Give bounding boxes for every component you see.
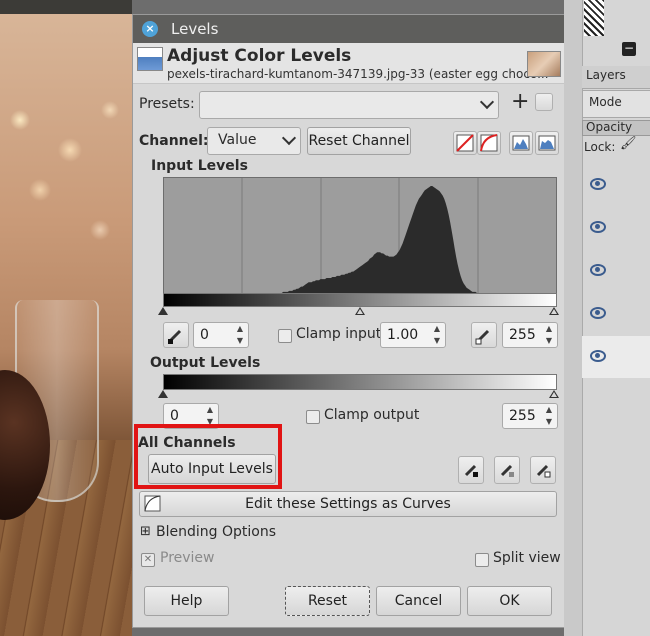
reset-button[interactable]: Reset — [285, 586, 370, 616]
eye-icon[interactable] — [590, 264, 606, 276]
lock-pixels-icon[interactable]: 🖌 — [620, 136, 637, 151]
layer-row-selected[interactable] — [582, 336, 650, 378]
log-histogram-icon[interactable] — [477, 131, 501, 155]
reset-channel-button[interactable]: Reset Channel — [307, 127, 411, 155]
output-levels-heading: Output Levels — [150, 355, 261, 371]
curves-label: Edit these Settings as Curves — [245, 496, 451, 512]
eye-icon[interactable] — [590, 307, 606, 319]
preview-checkbox[interactable]: ✕ — [141, 553, 155, 567]
canvas-top-strip — [0, 0, 132, 14]
clamp-output-checkbox[interactable] — [306, 410, 320, 424]
edit-as-curves-button[interactable]: Edit these Settings as Curves — [139, 491, 557, 517]
help-button[interactable]: Help — [144, 586, 229, 616]
eye-icon[interactable] — [590, 350, 606, 362]
blending-options-label[interactable]: Blending Options — [156, 524, 276, 540]
linear-histogram-icon[interactable] — [453, 131, 477, 155]
output-high-spinner[interactable]: 255 ▲ ▼ — [502, 403, 558, 429]
input-gamma-value: 1.00 — [387, 327, 419, 343]
eye-icon[interactable] — [590, 221, 606, 233]
chevron-down-icon — [479, 94, 495, 110]
dialog-titlebar: × Levels — [133, 15, 565, 43]
histogram-log-mode-icon[interactable] — [535, 131, 559, 155]
input-white-slider[interactable] — [549, 307, 559, 315]
layer-row[interactable] — [582, 250, 650, 292]
tab-layers[interactable]: Layers — [586, 68, 626, 82]
mode-combo[interactable]: Mode — [582, 90, 650, 118]
layer-row[interactable] — [582, 164, 650, 206]
expand-blending-icon[interactable]: ⊞ — [140, 524, 151, 539]
input-gamma-slider[interactable] — [355, 307, 365, 315]
panel-divider[interactable] — [564, 0, 583, 636]
input-histogram — [163, 177, 557, 294]
eye-icon[interactable] — [590, 178, 606, 190]
dialog-header: Adjust Color Levels pexels-tirachard-kum… — [133, 43, 565, 84]
input-high-value: 255 — [509, 327, 536, 343]
channel-label: Channel: — [139, 133, 209, 149]
ok-button[interactable]: OK — [467, 586, 552, 616]
pick-white-all-icon[interactable] — [530, 456, 556, 484]
clamp-input-label: Clamp input — [296, 326, 382, 342]
image-name: pexels-tirachard-kumtanom-347139.jpg-33 … — [167, 67, 549, 81]
input-high-spinner[interactable]: 255 ▲ ▼ — [502, 322, 558, 348]
image-thumbnail — [527, 51, 561, 77]
preset-menu-icon[interactable] — [535, 93, 553, 111]
pattern-preview — [584, 0, 604, 36]
pick-black-point-icon[interactable] — [163, 322, 189, 348]
layer-row[interactable] — [582, 293, 650, 335]
opacity-label: Opacity — [586, 120, 633, 134]
histogram-plot — [164, 178, 556, 293]
clamp-input-checkbox[interactable] — [278, 329, 292, 343]
curves-icon — [144, 495, 161, 512]
presets-label: Presets: — [139, 96, 195, 112]
input-low-value: 0 — [200, 327, 209, 343]
presets-combo[interactable] — [199, 91, 499, 119]
close-icon[interactable]: × — [142, 21, 158, 37]
output-high-value: 255 — [509, 408, 536, 424]
split-view-label: Split view — [493, 550, 561, 566]
channel-combo[interactable]: Value — [207, 127, 301, 155]
clamp-output-label: Clamp output — [324, 407, 420, 423]
split-view-checkbox[interactable] — [475, 553, 489, 567]
input-levels-heading: Input Levels — [151, 158, 248, 174]
highlight-box — [134, 424, 282, 489]
preview-label: Preview — [160, 550, 215, 566]
pick-gray-all-icon[interactable] — [494, 456, 520, 484]
input-low-spinner[interactable]: 0 ▲ ▼ — [193, 322, 249, 348]
minus-icon[interactable]: − — [622, 42, 636, 56]
input-black-slider[interactable] — [158, 307, 168, 315]
layer-row[interactable] — [582, 207, 650, 249]
canvas-image — [0, 0, 132, 636]
output-white-slider[interactable] — [549, 390, 559, 398]
dialog-heading: Adjust Color Levels — [167, 46, 352, 66]
input-gamma-spinner[interactable]: 1.00 ▲ ▼ — [380, 322, 446, 348]
pick-white-point-icon[interactable] — [471, 322, 497, 348]
layers-panel: − Layers Mode Opacity Lock: 🖌 — [564, 0, 650, 636]
pick-black-all-icon[interactable] — [458, 456, 484, 484]
chevron-down-icon — [281, 130, 297, 146]
lock-label: Lock: — [584, 140, 616, 154]
output-black-slider[interactable] — [158, 390, 168, 398]
add-preset-icon[interactable]: + — [511, 89, 529, 114]
window-title: Levels — [171, 20, 219, 38]
histogram-shape — [164, 186, 556, 293]
mode-label: Mode — [589, 95, 622, 109]
cancel-button[interactable]: Cancel — [376, 586, 461, 616]
histogram-linear-mode-icon[interactable] — [509, 131, 533, 155]
layers-tab-bar: Layers — [582, 66, 650, 89]
output-gradient-bar — [163, 374, 557, 390]
levels-icon — [137, 47, 163, 71]
opacity-slider[interactable]: Opacity — [582, 120, 650, 136]
output-low-value: 0 — [170, 408, 179, 424]
channel-value: Value — [218, 132, 257, 148]
input-gradient-bar — [163, 293, 557, 307]
